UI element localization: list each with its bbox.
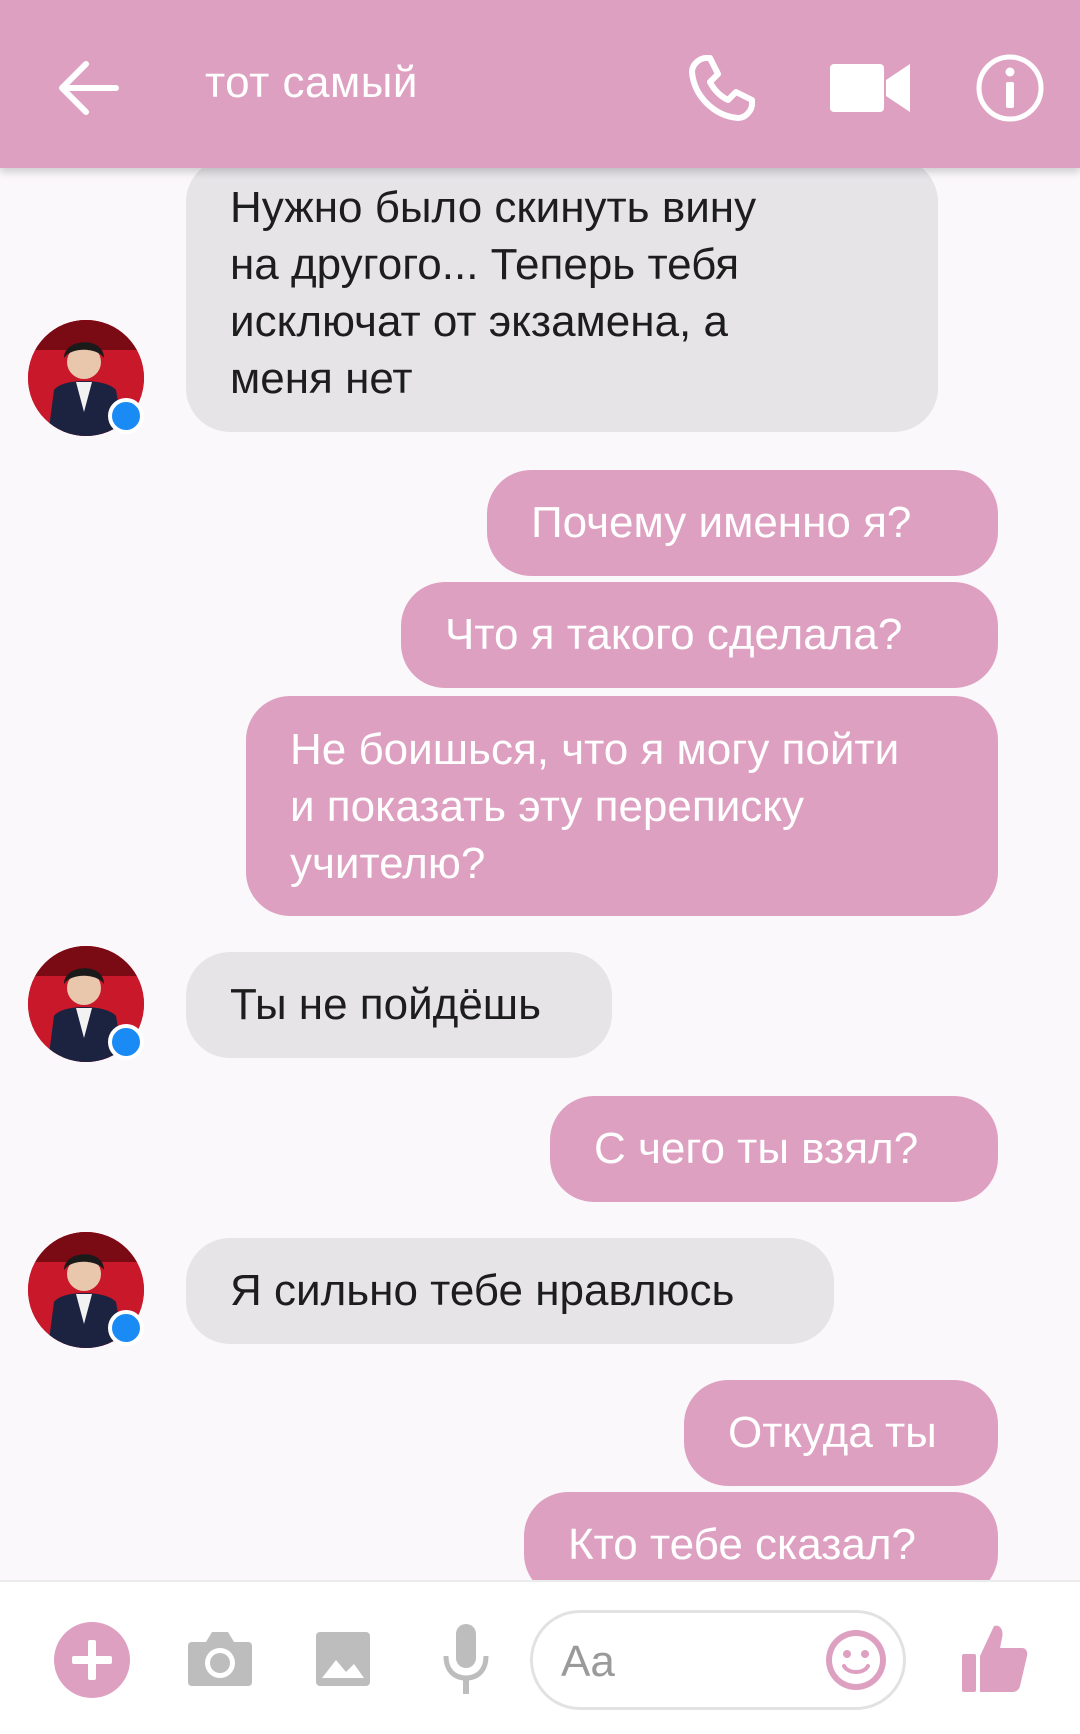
composer-bar <box>0 1580 1080 1734</box>
avatar[interactable] <box>28 1232 144 1348</box>
outgoing-message[interactable]: Не боишься, что я могу пойти и показать … <box>246 696 998 916</box>
info-icon[interactable] <box>974 52 1046 124</box>
messenger-badge-icon <box>108 398 144 434</box>
outgoing-message[interactable]: Кто тебе сказал? <box>524 1492 998 1580</box>
message-list[interactable]: Нужно было скинуть вину на другого... Те… <box>0 168 1080 1580</box>
incoming-message[interactable]: Нужно было скинуть вину на другого... Те… <box>186 168 938 432</box>
phone-icon[interactable] <box>686 52 758 124</box>
message-text-field[interactable] <box>559 1633 813 1691</box>
microphone-icon[interactable] <box>440 1622 492 1698</box>
video-camera-icon[interactable] <box>828 56 912 120</box>
avatar[interactable] <box>28 320 144 436</box>
smiley-icon[interactable] <box>822 1626 890 1694</box>
plus-icon[interactable] <box>54 1622 130 1698</box>
messenger-badge-icon <box>108 1024 144 1060</box>
messenger-badge-icon <box>108 1310 144 1346</box>
image-icon[interactable] <box>314 1630 372 1688</box>
outgoing-message[interactable]: С чего ты взял? <box>550 1096 998 1202</box>
incoming-message[interactable]: Я сильно тебе нравлюсь <box>186 1238 834 1344</box>
camera-icon[interactable] <box>186 1628 254 1688</box>
contact-name[interactable]: тот самый <box>205 58 418 108</box>
chat-header: тот самый <box>0 0 1080 168</box>
incoming-message[interactable]: Ты не пойдёшь <box>186 952 612 1058</box>
outgoing-message[interactable]: Откуда ты <box>684 1380 998 1486</box>
thumbs-up-icon[interactable] <box>960 1620 1030 1696</box>
outgoing-message[interactable]: Что я такого сделала? <box>401 582 998 688</box>
avatar[interactable] <box>28 946 144 1062</box>
outgoing-message[interactable]: Почему именно я? <box>487 470 998 576</box>
arrow-left-icon[interactable] <box>52 52 124 124</box>
